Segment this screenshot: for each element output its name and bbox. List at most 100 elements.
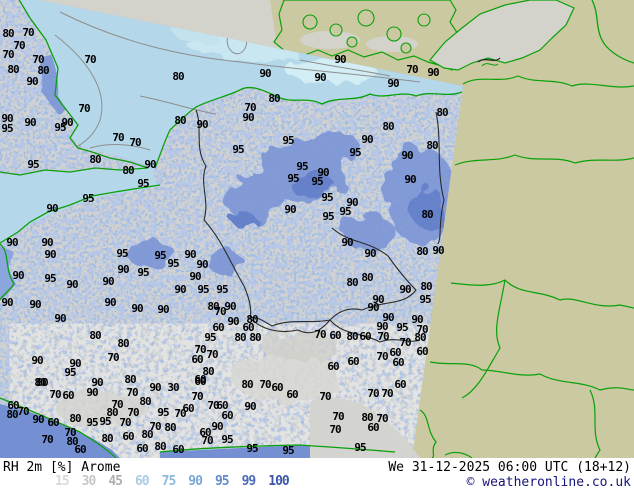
contour-label: 60 <box>122 429 134 443</box>
contour-label: 60 <box>367 420 379 434</box>
contour-label: 95 <box>419 292 431 306</box>
contour-label: 90 <box>346 195 358 209</box>
contour-label: 80 <box>89 152 101 166</box>
contour-label: 80 <box>106 405 118 419</box>
contour-label: 30 <box>167 380 179 394</box>
contour-label: 60 <box>172 442 184 456</box>
contour-label: 60 <box>359 329 371 343</box>
contour-label: 90 <box>399 282 411 296</box>
contour-label: 80 <box>117 336 129 350</box>
contour-label: 80 <box>420 279 432 293</box>
contour-label: 95 <box>86 415 98 429</box>
contour-label: 70 <box>112 130 124 144</box>
contour-label: 60 <box>47 415 59 429</box>
contour-label: 90 <box>427 65 439 79</box>
contour-label: 90 <box>211 419 223 433</box>
contour-label: 95 <box>232 142 244 156</box>
contour-label: 90 <box>26 74 38 88</box>
contour-label: 90 <box>104 295 116 309</box>
contour-label: 90 <box>341 235 353 249</box>
contour-label: 80 <box>2 26 14 40</box>
contour-label: 70 <box>107 350 119 364</box>
contour-label: 90 <box>387 76 399 90</box>
contour-label: 80 <box>268 91 280 105</box>
contour-label: 95 <box>116 246 128 260</box>
contour-label: 90 <box>24 115 36 129</box>
contour-label: 70 <box>381 386 393 400</box>
contour-label: 90 <box>117 262 129 276</box>
contour-label: 70 <box>201 433 213 447</box>
contour-label: 95 <box>246 441 258 455</box>
contour-label: 90 <box>367 300 379 314</box>
contour-label: 60 <box>271 380 283 394</box>
weather-map[interactable]: 80 70 70 70 70 80 80 90 70 70 80 90 80 70 70 70 80 90 90 70… <box>0 0 634 458</box>
contour-label: 80 <box>6 407 18 421</box>
contour-label: 95 <box>349 145 361 159</box>
contour-label: 70 <box>22 25 34 39</box>
scale-value: 30 <box>81 474 97 489</box>
contour-label: 95 <box>137 265 149 279</box>
contour-label: 70 <box>367 386 379 400</box>
contour-label: 95 <box>82 191 94 205</box>
contour-label: 90 <box>157 302 169 316</box>
contour-label: 60 <box>416 344 428 358</box>
contour-label: 70 <box>13 38 25 52</box>
contour-label: 90 <box>334 52 346 66</box>
scale-value: 75 <box>161 474 177 489</box>
contour-label: 90 <box>196 117 208 131</box>
contour-label: 95 <box>282 133 294 147</box>
contour-label: 80 <box>34 375 46 389</box>
contour-label: 95 <box>1 121 13 135</box>
contour-label: 90 <box>227 314 239 328</box>
color-scale: 15 30 45 60 75 90 95 99 100 <box>55 474 302 489</box>
contour-label: 80 <box>382 119 394 133</box>
contour-label: 90 <box>314 70 326 84</box>
contour-label: 70 <box>259 377 271 391</box>
contour-label: 70 <box>376 349 388 363</box>
copyright: © weatheronline.co.uk <box>466 475 631 490</box>
contour-label: 70 <box>84 52 96 66</box>
contour-labels-layer: 80 70 70 70 70 80 80 90 70 70 80 90 80 70 70 70 80 90 90 70… <box>0 0 634 458</box>
contour-label: 90 <box>54 311 66 325</box>
contour-label: 60 <box>62 388 74 402</box>
contour-label: 70 <box>319 389 331 403</box>
contour-label: 60 <box>347 354 359 368</box>
contour-label: 90 <box>149 380 161 394</box>
contour-label: 80 <box>249 330 261 344</box>
contour-label: 95 <box>204 330 216 344</box>
contour-label: 80 <box>361 270 373 284</box>
contour-label: 95 <box>282 443 294 457</box>
contour-label: 70 <box>332 409 344 423</box>
contour-label: 90 <box>224 299 236 313</box>
contour-label: 70 <box>191 389 203 403</box>
contour-label: 95 <box>44 271 56 285</box>
contour-label: 60 <box>191 352 203 366</box>
contour-label: 80 <box>101 431 113 445</box>
scale-value: 45 <box>108 474 123 489</box>
contour-label: 70 <box>377 329 389 343</box>
contour-label: 90 <box>29 297 41 311</box>
contour-label: 60 <box>286 387 298 401</box>
contour-label: 95 <box>287 171 299 185</box>
contour-label: 80 <box>346 329 358 343</box>
contour-label: 90 <box>361 132 373 146</box>
contour-label: 90 <box>66 277 78 291</box>
contour-label: 90 <box>44 247 56 261</box>
contour-label: 80 <box>234 330 246 344</box>
contour-label: 60 <box>182 401 194 415</box>
contour-label: 90 <box>6 235 18 249</box>
scale-value: 99 <box>241 474 257 489</box>
contour-label: 90 <box>259 66 271 80</box>
contour-label: 95 <box>154 248 166 262</box>
contour-label: 70 <box>314 327 326 341</box>
scale-value: 15 <box>55 474 70 489</box>
contour-label: 80 <box>139 394 151 408</box>
contour-label: 80 <box>37 63 49 77</box>
contour-label: 90 <box>284 202 296 216</box>
contour-label: 90 <box>364 246 376 260</box>
contour-label: 95 <box>296 159 308 173</box>
contour-label: 90 <box>131 301 143 315</box>
map-datetime: We 31-12-2025 06:00 UTC (18+12) <box>388 460 631 475</box>
contour-label: 95 <box>354 440 366 454</box>
contour-label: 70 <box>17 404 29 418</box>
